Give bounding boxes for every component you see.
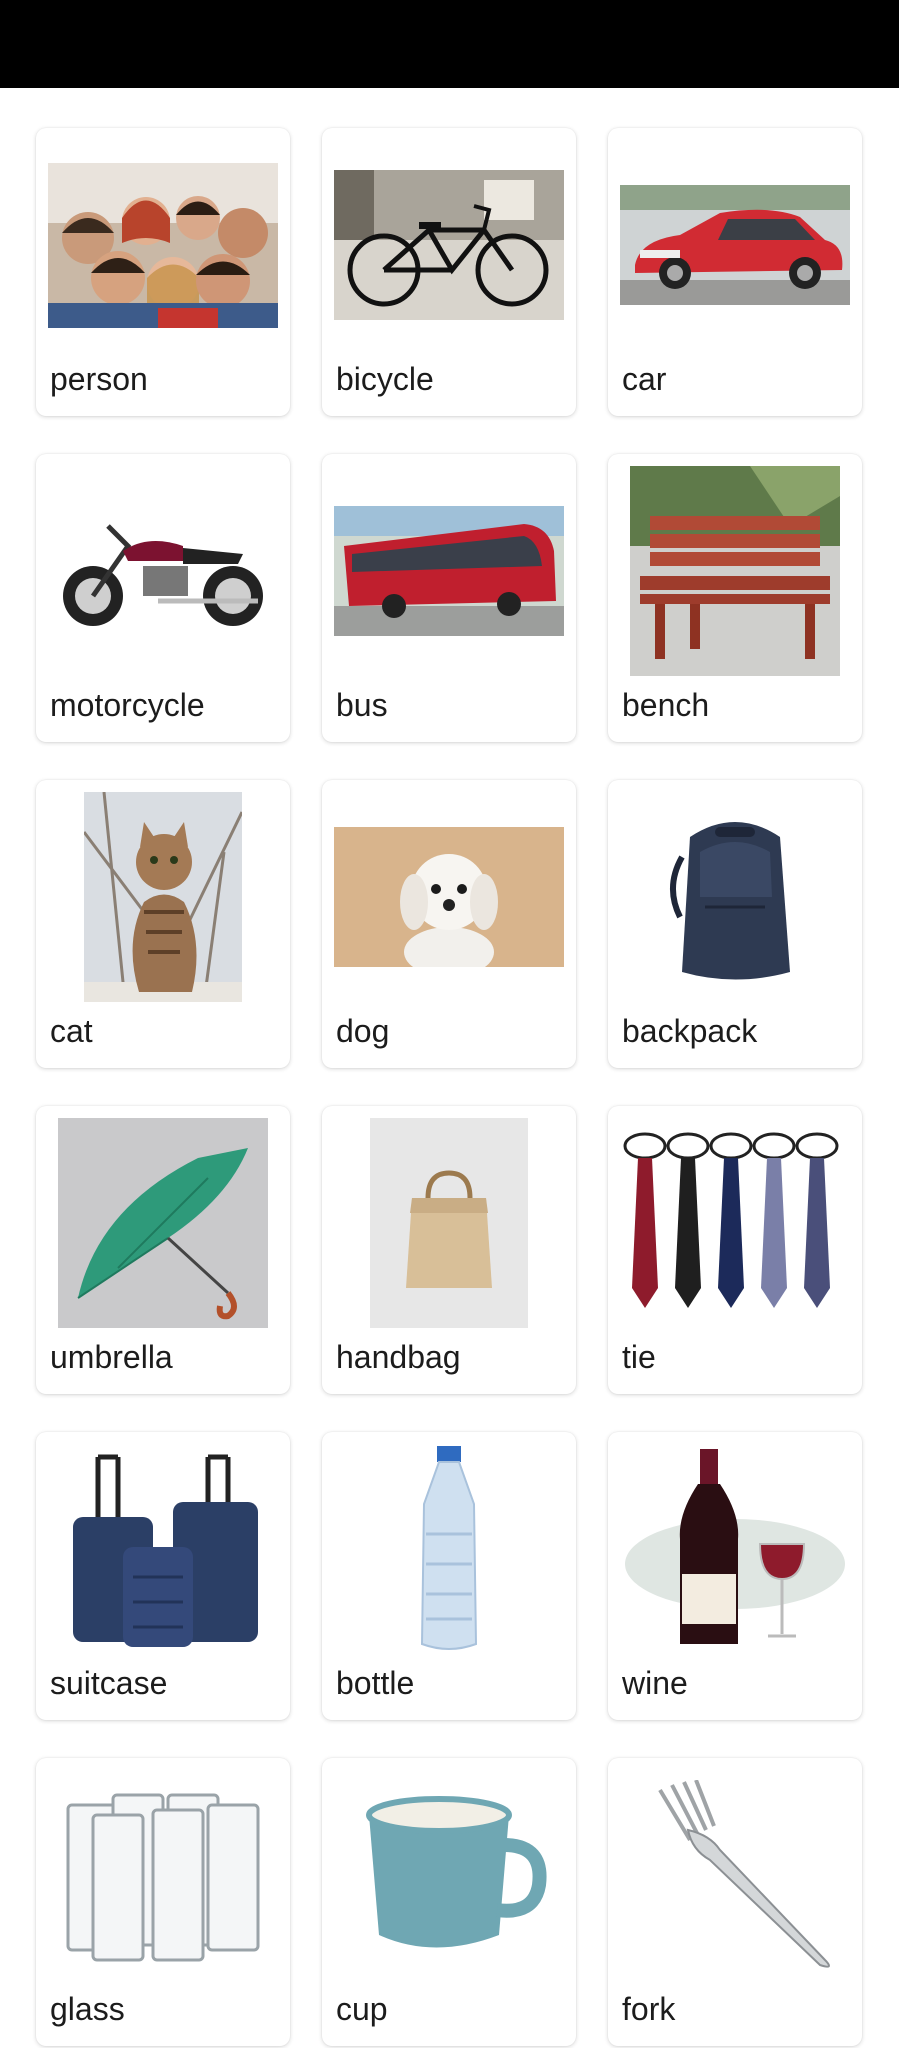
category-card-fork[interactable]: fork <box>608 1758 862 2046</box>
category-card-motorcycle[interactable]: motorcycle <box>36 454 290 742</box>
category-label: bus <box>336 687 388 723</box>
category-label: tie <box>622 1339 656 1375</box>
category-label: cup <box>336 1991 388 2027</box>
cat-photo-icon <box>48 792 278 1002</box>
umbrella-photo-icon <box>48 1118 278 1328</box>
category-card-cat[interactable]: cat <box>36 780 290 1068</box>
handbag-photo-icon <box>334 1118 564 1328</box>
category-card-bicycle[interactable]: bicycle <box>322 128 576 416</box>
bench-photo-icon <box>620 466 850 676</box>
bus-photo-icon <box>334 466 564 676</box>
status-bar <box>0 0 899 88</box>
category-card-suitcase[interactable]: suitcase <box>36 1432 290 1720</box>
category-label: cat <box>50 1013 93 1049</box>
category-label: bottle <box>336 1665 415 1701</box>
bottle-photo-icon <box>334 1444 564 1654</box>
category-card-cup[interactable]: cup <box>322 1758 576 2046</box>
category-card-backpack[interactable]: backpack <box>608 780 862 1068</box>
glass-photo-icon <box>48 1770 278 1980</box>
backpack-photo-icon <box>620 792 850 1002</box>
category-label: wine <box>622 1665 688 1701</box>
category-card-tie[interactable]: tie <box>608 1106 862 1394</box>
person-photo-icon <box>48 140 278 350</box>
category-card-person[interactable]: person <box>36 128 290 416</box>
category-card-bus[interactable]: bus <box>322 454 576 742</box>
category-label: handbag <box>336 1339 461 1375</box>
motorcycle-photo-icon <box>48 466 278 676</box>
category-grid: person bicycle car motorcycle bus bench … <box>36 128 863 2046</box>
category-card-handbag[interactable]: handbag <box>322 1106 576 1394</box>
category-label: glass <box>50 1991 125 2027</box>
category-label: bench <box>622 687 710 723</box>
dog-photo-icon <box>334 792 564 1002</box>
category-label: person <box>50 361 148 397</box>
category-card-wine[interactable]: wine <box>608 1432 862 1720</box>
category-label: dog <box>336 1013 390 1049</box>
category-label: bicycle <box>336 361 434 397</box>
category-label: car <box>622 361 667 397</box>
category-label: motorcycle <box>50 687 205 723</box>
category-card-bottle[interactable]: bottle <box>322 1432 576 1720</box>
category-card-umbrella[interactable]: umbrella <box>36 1106 290 1394</box>
suitcase-photo-icon <box>48 1444 278 1654</box>
cup-photo-icon <box>334 1770 564 1980</box>
category-card-car[interactable]: car <box>608 128 862 416</box>
category-label: backpack <box>622 1013 758 1049</box>
car-photo-icon <box>620 140 850 350</box>
category-card-glass[interactable]: glass <box>36 1758 290 2046</box>
category-card-dog[interactable]: dog <box>322 780 576 1068</box>
category-label: fork <box>622 1991 676 2027</box>
tie-photo-icon <box>620 1118 850 1328</box>
wine-photo-icon <box>620 1444 850 1654</box>
bicycle-photo-icon <box>334 140 564 350</box>
category-label: suitcase <box>50 1665 168 1701</box>
fork-photo-icon <box>620 1770 850 1980</box>
category-label: umbrella <box>50 1339 173 1375</box>
category-card-bench[interactable]: bench <box>608 454 862 742</box>
